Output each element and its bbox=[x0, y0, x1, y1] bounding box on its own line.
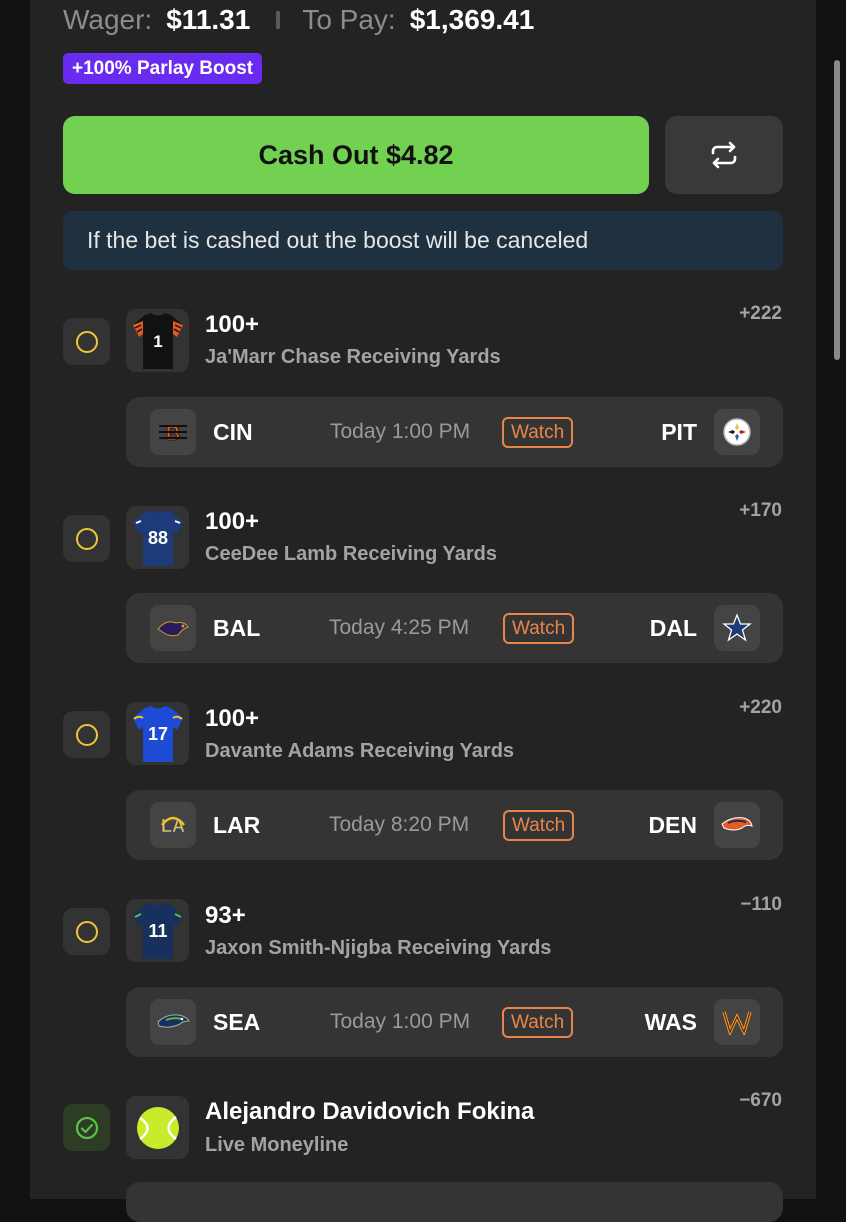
leg-status-pending bbox=[63, 318, 110, 365]
leg-odds: +220 bbox=[739, 697, 782, 718]
leg-odds: −110 bbox=[740, 894, 782, 915]
away-team-abbr: LAR bbox=[213, 811, 261, 838]
cash-out-button[interactable]: Cash Out $4.82 bbox=[63, 116, 649, 194]
pending-circle-icon bbox=[75, 330, 98, 353]
leg-line: 100+ bbox=[205, 705, 260, 732]
home-team-abbr: DAL bbox=[649, 614, 697, 641]
player-jersey: 11 bbox=[126, 899, 189, 962]
game-card[interactable]: B CIN Today 1:00 PM Watch PIT bbox=[126, 397, 783, 467]
parlay-boost-badge: +100% Parlay Boost bbox=[63, 53, 263, 84]
bengals-logo-icon: B bbox=[159, 423, 187, 444]
game-card[interactable]: BAL Today 4:25 PM Watch DAL bbox=[126, 593, 783, 663]
watch-button[interactable]: Watch bbox=[503, 613, 575, 644]
checkmark-circle-icon bbox=[75, 1116, 98, 1139]
ravens-logo-icon bbox=[157, 621, 189, 637]
leg-status-won bbox=[63, 1104, 110, 1151]
leg-market: Live Moneyline bbox=[205, 1134, 349, 1156]
refresh-button[interactable] bbox=[665, 116, 783, 194]
pending-circle-icon bbox=[75, 920, 98, 943]
game-card[interactable]: SEA Today 1:00 PM Watch WAS bbox=[126, 987, 783, 1057]
watch-button[interactable]: Watch bbox=[502, 417, 574, 448]
leg-line: Alejandro Davidovich Fokina bbox=[205, 1098, 535, 1125]
home-team-abbr: WAS bbox=[644, 1008, 697, 1035]
player-jersey: 88 bbox=[126, 506, 189, 569]
away-team-abbr: SEA bbox=[213, 1008, 261, 1035]
away-team-abbr: CIN bbox=[213, 418, 253, 445]
wager-summary: Wager: $11.31 To Pay: $1,369.41 bbox=[63, 0, 534, 40]
leg-odds: −670 bbox=[739, 1090, 782, 1111]
seahawks-jersey-icon: 11 bbox=[132, 902, 183, 959]
boost-cancel-notice: If the bet is cashed out the boost will … bbox=[63, 211, 783, 270]
home-team-logo bbox=[714, 999, 760, 1045]
game-time: Today 8:20 PM bbox=[329, 813, 470, 836]
cowboys-star-icon bbox=[722, 613, 752, 642]
jersey-number: 88 bbox=[147, 528, 167, 548]
leg-odds: +222 bbox=[739, 303, 782, 324]
jersey-number: 17 bbox=[147, 724, 167, 744]
away-team-logo bbox=[150, 605, 196, 651]
leg-line: 93+ bbox=[205, 902, 246, 929]
player-jersey: 17 bbox=[126, 702, 189, 765]
watch-button[interactable]: Watch bbox=[503, 810, 575, 841]
away-team-abbr: BAL bbox=[213, 614, 261, 641]
home-team-logo bbox=[714, 802, 760, 848]
leg-line: 100+ bbox=[205, 311, 260, 338]
steelers-logo-icon bbox=[723, 418, 751, 446]
summary-divider bbox=[276, 11, 281, 29]
leg-market: Davante Adams Receiving Yards bbox=[205, 740, 515, 762]
leg-line: 100+ bbox=[205, 508, 260, 535]
leg-market: CeeDee Lamb Receiving Yards bbox=[205, 543, 497, 565]
wager-label: Wager: bbox=[63, 4, 153, 35]
tennis-ball-icon bbox=[136, 1106, 179, 1149]
bengals-jersey-icon: 1 bbox=[132, 312, 183, 369]
home-team-logo bbox=[714, 605, 760, 651]
game-card[interactable]: LA LAR Today 8:20 PM Watch DEN bbox=[126, 790, 783, 860]
to-pay-label: To Pay: bbox=[302, 4, 396, 35]
away-team-logo bbox=[150, 999, 196, 1045]
cowboys-jersey-icon: 88 bbox=[132, 509, 183, 566]
leg-market: Ja'Marr Chase Receiving Yards bbox=[205, 346, 501, 368]
leg-status-pending bbox=[63, 711, 110, 758]
rams-jersey-icon: 17 bbox=[132, 705, 183, 762]
game-time: Today 4:25 PM bbox=[329, 616, 470, 639]
seahawks-logo-icon bbox=[157, 1014, 190, 1028]
leg-market: Jaxon Smith-Njigba Receiving Yards bbox=[205, 937, 552, 959]
away-team-logo: LA bbox=[150, 802, 196, 848]
home-team-abbr: DEN bbox=[648, 811, 697, 838]
scrollbar-thumb[interactable] bbox=[834, 60, 840, 360]
rams-logo-icon: LA bbox=[161, 816, 186, 837]
jersey-number: 1 bbox=[153, 332, 162, 351]
wager-value: $11.31 bbox=[166, 4, 251, 35]
refresh-icon bbox=[711, 141, 737, 169]
leg-status-pending bbox=[63, 515, 110, 562]
home-team-abbr: PIT bbox=[661, 418, 697, 445]
game-time: Today 1:00 PM bbox=[330, 420, 471, 443]
away-team-logo: B bbox=[150, 409, 196, 455]
broncos-logo-icon bbox=[721, 817, 753, 831]
jersey-number: 11 bbox=[148, 921, 167, 941]
pending-circle-icon bbox=[75, 723, 98, 746]
player-jersey: 1 bbox=[126, 309, 189, 372]
game-time: Today 1:00 PM bbox=[330, 1010, 471, 1033]
watch-button[interactable]: Watch bbox=[502, 1007, 574, 1038]
game-card[interactable] bbox=[126, 1182, 783, 1222]
leg-status-pending bbox=[63, 908, 110, 955]
home-team-logo bbox=[714, 409, 760, 455]
player-thumbnail bbox=[126, 1096, 189, 1159]
leg-odds: +170 bbox=[739, 500, 782, 521]
pending-circle-icon bbox=[75, 527, 98, 550]
to-pay-value: $1,369.41 bbox=[409, 4, 535, 35]
commanders-logo-icon bbox=[722, 1011, 752, 1035]
